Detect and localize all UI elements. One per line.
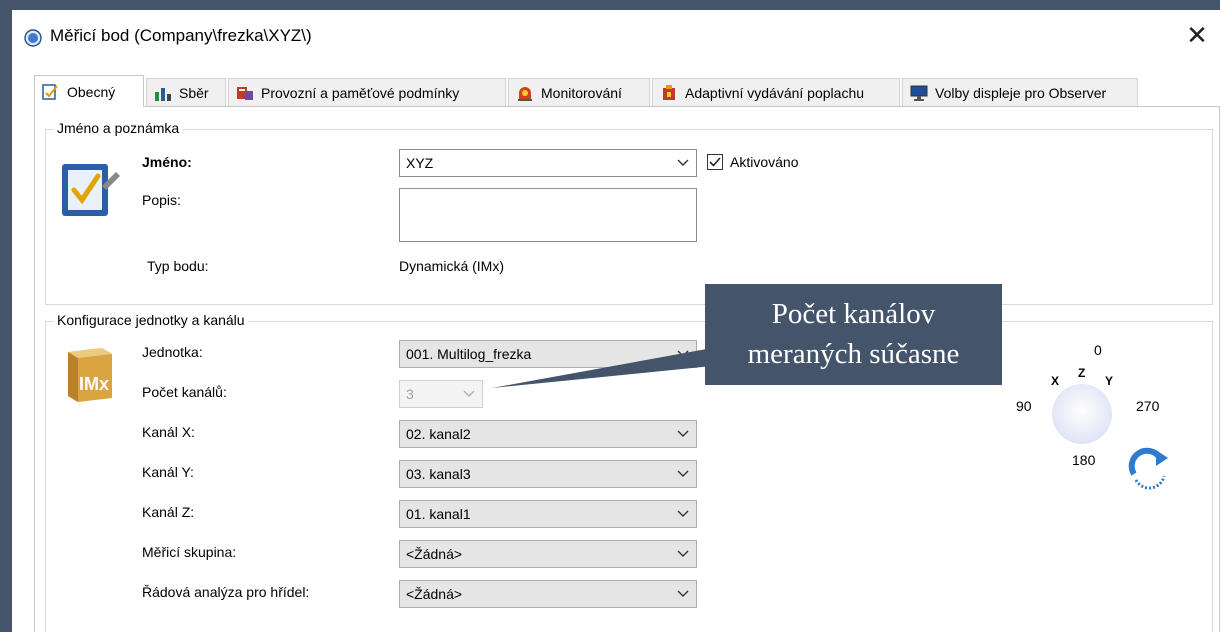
- dialog-window: Měřicí bod (Company\frezka\XYZ\) ✕ Obecn…: [12, 10, 1220, 632]
- callout-line-2: meraných súčasne: [747, 338, 960, 370]
- callout-annotation: Počet kanálov meraných súčasne: [705, 284, 1002, 385]
- callout-pointer: [492, 348, 712, 388]
- callout-line-1: Počet kanálov: [771, 298, 936, 330]
